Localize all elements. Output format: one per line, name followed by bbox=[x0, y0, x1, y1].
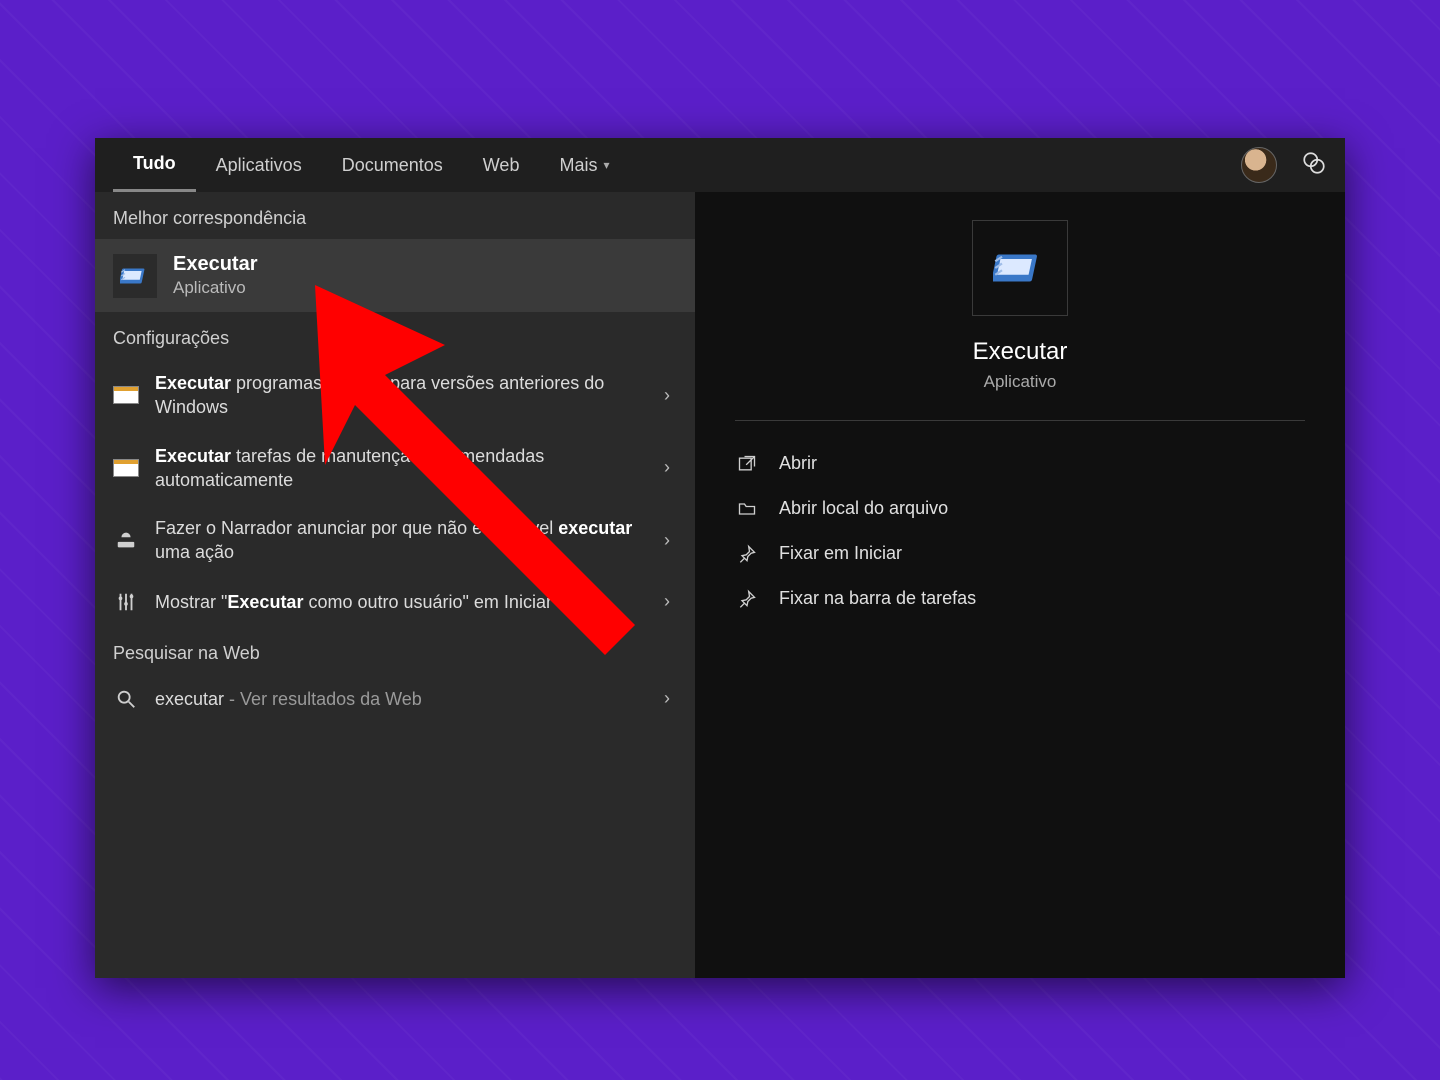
pin-icon bbox=[735, 544, 759, 564]
run-icon bbox=[113, 254, 157, 298]
chevron-right-icon: › bbox=[657, 688, 677, 709]
settings-result-1[interactable]: Executar programas criados para versões … bbox=[95, 359, 695, 432]
settings-result-3[interactable]: Fazer o Narrador anunciar por que não é … bbox=[95, 504, 695, 577]
chevron-right-icon: › bbox=[657, 385, 677, 406]
feedback-icon[interactable] bbox=[1301, 150, 1327, 181]
chevron-right-icon: › bbox=[657, 591, 677, 612]
tab-documentos[interactable]: Documentos bbox=[322, 138, 463, 192]
settings-result-4[interactable]: Mostrar "Executar como outro usuário" em… bbox=[95, 577, 695, 627]
tab-tudo[interactable]: Tudo bbox=[113, 138, 196, 192]
folder-icon bbox=[735, 499, 759, 519]
tab-web[interactable]: Web bbox=[463, 138, 540, 192]
web-header: Pesquisar na Web bbox=[95, 627, 695, 674]
search-icon bbox=[113, 686, 139, 712]
settings-header: Configurações bbox=[95, 312, 695, 359]
pin-icon bbox=[735, 589, 759, 609]
best-match-title: Executar bbox=[173, 253, 258, 276]
action-pin-start[interactable]: Fixar em Iniciar bbox=[735, 531, 1305, 576]
best-match-subtitle: Aplicativo bbox=[173, 278, 258, 298]
best-match-result[interactable]: Executar Aplicativo bbox=[95, 239, 695, 312]
chevron-down-icon: ▾ bbox=[603, 158, 609, 172]
compat-icon bbox=[113, 386, 139, 404]
preview-subtitle: Aplicativo bbox=[984, 372, 1057, 392]
maintenance-icon bbox=[113, 459, 139, 477]
preview-panel: Executar Aplicativo Abrir Abrir local do… bbox=[695, 192, 1345, 978]
divider bbox=[735, 420, 1305, 421]
action-open[interactable]: Abrir bbox=[735, 441, 1305, 486]
runas-icon bbox=[113, 589, 139, 615]
user-avatar[interactable] bbox=[1241, 147, 1277, 183]
preview-app-icon bbox=[972, 220, 1068, 316]
open-icon bbox=[735, 454, 759, 474]
action-open-location[interactable]: Abrir local do arquivo bbox=[735, 486, 1305, 531]
search-window: Tudo Aplicativos Documentos Web Mais▾ Me… bbox=[95, 138, 1345, 978]
chevron-right-icon: › bbox=[657, 457, 677, 478]
tab-mais[interactable]: Mais▾ bbox=[539, 138, 629, 192]
web-result[interactable]: executar - Ver resultados da Web › bbox=[95, 674, 695, 724]
filter-tabs: Tudo Aplicativos Documentos Web Mais▾ bbox=[95, 138, 1345, 192]
tab-aplicativos[interactable]: Aplicativos bbox=[196, 138, 322, 192]
settings-result-2[interactable]: Executar tarefas de manutenção recomenda… bbox=[95, 432, 695, 505]
best-match-header: Melhor correspondência bbox=[95, 192, 695, 239]
narrator-icon bbox=[113, 527, 139, 553]
chevron-right-icon: › bbox=[657, 530, 677, 551]
results-panel: Melhor correspondência Executar Aplicati… bbox=[95, 192, 695, 978]
preview-title: Executar bbox=[973, 338, 1068, 366]
action-pin-taskbar[interactable]: Fixar na barra de tarefas bbox=[735, 576, 1305, 621]
